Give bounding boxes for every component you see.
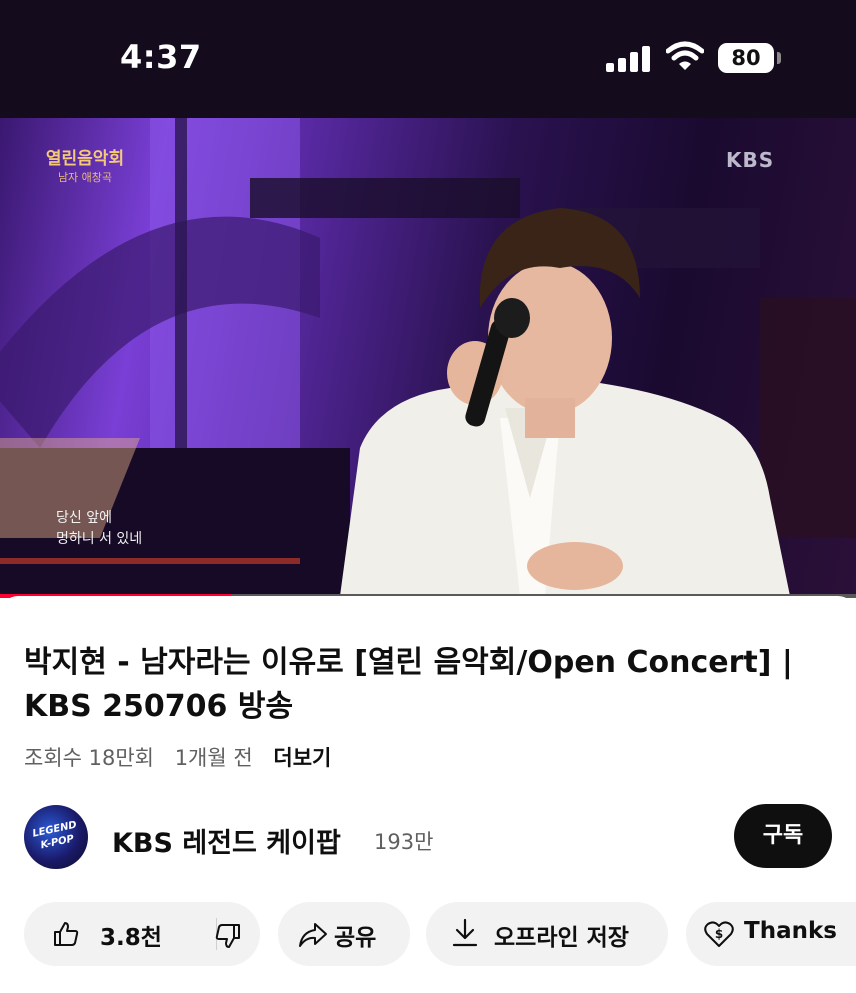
share-button[interactable]: 공유 — [278, 902, 410, 966]
svg-text:$: $ — [715, 927, 723, 941]
download-icon — [452, 918, 478, 947]
show-logo-title: 열린음악회 — [45, 149, 125, 169]
subscribe-button[interactable]: 구독 — [734, 804, 832, 868]
view-count: 조회수 18만회 — [24, 746, 154, 770]
channel-row: LEGEND K-POP KBS 레전드 케이팝 193만 구독 — [0, 801, 856, 871]
thanks-button[interactable]: $ Thanks — [686, 902, 856, 966]
battery-tip — [777, 52, 781, 64]
action-bar: 3.8천 공유 오프라인 저장 $ Thanks — [0, 902, 856, 966]
channel-avatar[interactable]: LEGEND K-POP — [24, 805, 88, 869]
like-count[interactable]: 3.8천 — [100, 918, 162, 952]
thanks-label: Thanks — [744, 918, 837, 944]
show-logo-subtitle: 남자 애창곡 — [57, 171, 113, 184]
cellular-signal-icon — [606, 46, 650, 72]
video-title[interactable]: 박지현 - 남자라는 이유로 [열린 음악회/Open Concert] | K… — [24, 641, 824, 729]
thumbs-down-icon[interactable] — [214, 922, 242, 950]
thumbs-up-icon[interactable] — [52, 920, 80, 948]
caption-line-2: 멍하니 서 있네 — [56, 531, 143, 547]
more-button[interactable]: 더보기 — [273, 746, 331, 770]
offline-save-button[interactable]: 오프라인 저장 — [426, 902, 668, 966]
video-player[interactable]: 열린음악회 남자 애창곡 KBS 당신 앞에 멍하니 서 있네 — [0, 118, 856, 596]
caption-line-1: 당신 앞에 — [56, 510, 112, 526]
battery-indicator: 80 — [718, 43, 774, 73]
heart-dollar-icon: $ — [704, 921, 734, 947]
like-dislike-group: 3.8천 — [24, 902, 260, 966]
status-bar: 4:37 80 — [0, 0, 856, 118]
share-label: 공유 — [334, 925, 377, 951]
offline-save-label: 오프라인 저장 — [494, 925, 629, 951]
channel-name[interactable]: KBS 레전드 케이팝 — [112, 821, 341, 860]
share-arrow-icon — [299, 923, 327, 947]
subscriber-count: 193만 — [374, 830, 434, 854]
video-meta: 조회수 18만회 1개월 전 더보기 — [24, 742, 345, 772]
show-logo: 열린음악회 남자 애창곡 — [44, 144, 126, 185]
video-caption: 당신 앞에 멍하니 서 있네 — [56, 508, 142, 550]
upload-age: 1개월 전 — [174, 746, 253, 770]
video-info-panel: 박지현 - 남자라는 이유로 [열린 음악회/Open Concert] | K… — [0, 596, 856, 993]
broadcaster-watermark: KBS — [726, 148, 775, 172]
avatar-logo: LEGEND K-POP — [24, 817, 88, 856]
wifi-icon — [666, 41, 704, 70]
status-time: 4:37 — [120, 38, 202, 76]
